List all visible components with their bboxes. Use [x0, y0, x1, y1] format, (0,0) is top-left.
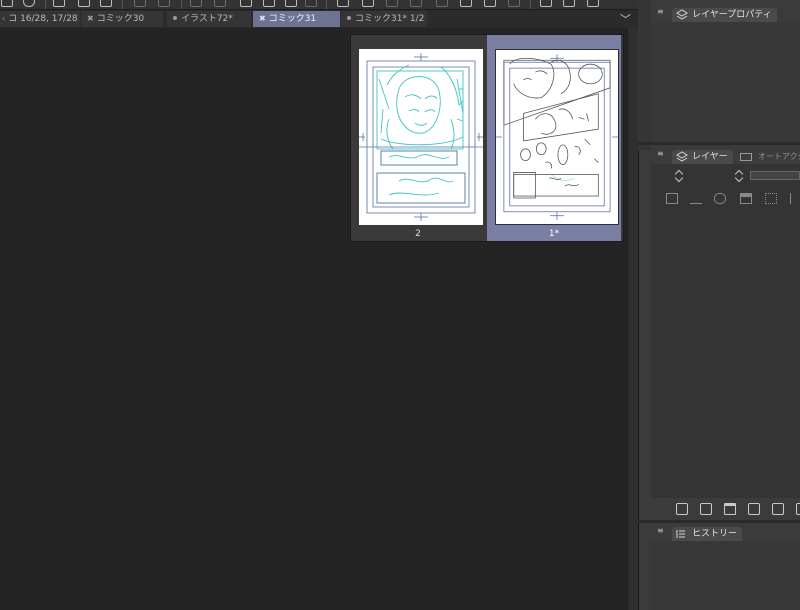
save-icon[interactable] — [53, 0, 65, 7]
layer-icon — [676, 151, 688, 162]
main-toolbar — [0, 0, 638, 10]
copy-layer-icon[interactable] — [748, 503, 760, 515]
history-body — [651, 541, 800, 610]
paste-icon[interactable] — [484, 0, 496, 7]
tab-label: オートアクション — [758, 152, 800, 161]
sketch-page-1 — [496, 54, 618, 220]
panel-divider[interactable] — [638, 520, 800, 523]
toolbar-divider — [181, 0, 182, 9]
add-icon[interactable] — [23, 0, 35, 7]
flip-icon[interactable] — [563, 0, 575, 7]
toolbar-divider — [326, 0, 327, 9]
panel-icon[interactable] — [386, 0, 398, 7]
new-icon[interactable] — [1, 0, 13, 7]
undo-icon[interactable] — [134, 0, 146, 7]
toolbar-divider — [122, 0, 123, 9]
tab-comic31-page[interactable]: コミック31* 1/2 — [341, 11, 427, 27]
tab-label: レイヤープロパティ — [692, 10, 772, 20]
page-thumbnail-1[interactable]: 1* — [487, 35, 621, 241]
tab-label: ヒストリー — [692, 529, 738, 539]
ruler-icon[interactable] — [362, 0, 374, 7]
delete-layer-icon[interactable] — [796, 503, 800, 515]
tab-history[interactable]: ヒストリー — [672, 527, 743, 541]
page-paper — [359, 49, 483, 225]
page-manager-canvas[interactable]: 2 1* — [0, 28, 627, 610]
layer-property-icon — [676, 9, 688, 20]
tab-comic31[interactable]: ✖ コミック31 — [253, 11, 340, 27]
panel-divider[interactable] — [638, 142, 800, 145]
tab-label: レイヤー — [692, 152, 728, 162]
clip-icon[interactable] — [337, 0, 349, 7]
transform-icon[interactable] — [263, 0, 275, 7]
unsaved-dot-icon — [173, 16, 177, 20]
scroll-left-icon[interactable]: ‹ — [2, 14, 5, 23]
tab-label: コミック31* 1/2 — [355, 14, 425, 24]
toolbar-divider — [45, 0, 46, 9]
new-layer-icon[interactable] — [676, 503, 688, 515]
blend-mode-stepper[interactable] — [734, 168, 744, 184]
panel-menu-icon[interactable]: ≡ — [657, 527, 664, 535]
layer-panel-body — [651, 164, 800, 498]
tab-label: イラスト72* — [181, 14, 233, 24]
text-icon[interactable] — [410, 0, 422, 7]
shape-icon[interactable] — [436, 0, 448, 7]
tab-auto-action[interactable]: オートアクション — [736, 150, 800, 164]
reference-layer-icon[interactable] — [714, 193, 726, 204]
mask-icon[interactable] — [790, 193, 800, 204]
select-icon[interactable] — [190, 0, 202, 7]
canvas-vertical-scrollbar[interactable] — [627, 28, 638, 610]
snap-icon[interactable] — [305, 0, 317, 7]
new-folder-icon[interactable] — [724, 503, 736, 515]
close-icon[interactable]: ✖ — [259, 14, 266, 23]
fill-icon[interactable] — [240, 0, 252, 7]
export-icon[interactable] — [100, 0, 112, 7]
merge-layer-icon[interactable] — [772, 503, 784, 515]
tab-layer-property[interactable]: レイヤープロパティ — [672, 8, 777, 22]
panel-menu-icon[interactable]: ≡ — [657, 150, 664, 158]
tab-comic-pages[interactable]: ‹ コ 16/28, 17/28 — [0, 11, 80, 27]
blend-mode-select[interactable] — [750, 171, 800, 180]
sketch-page-2 — [359, 53, 483, 221]
unsaved-dot-icon — [347, 16, 351, 20]
lock-icon[interactable] — [740, 193, 752, 204]
redo-icon[interactable] — [158, 0, 170, 7]
tab-label: コ 16/28, 17/28 — [8, 14, 78, 24]
opacity-stepper[interactable] — [674, 168, 684, 184]
history-icon — [676, 530, 685, 538]
document-tab-bar: ‹ コ 16/28, 17/28 ✖ コミック30 イラスト72* ✖ コミック31 … — [0, 10, 638, 28]
clip-layer-icon[interactable] — [690, 193, 702, 204]
rotate-icon[interactable] — [214, 0, 226, 7]
page-thumbnail-2[interactable]: 2 — [351, 35, 485, 241]
tab-label: コミック31 — [268, 14, 317, 24]
layout-icon[interactable] — [78, 0, 90, 7]
page-number-label: 1* — [548, 229, 560, 239]
tab-label: コミック30 — [96, 14, 145, 24]
layer-property-body — [651, 22, 800, 142]
new-vector-layer-icon[interactable] — [700, 503, 712, 515]
pen-icon[interactable] — [587, 0, 599, 7]
panel-menu-icon[interactable]: ≡ — [657, 8, 664, 16]
close-icon[interactable]: ✖ — [87, 14, 94, 23]
page-number-label: 2 — [415, 229, 421, 239]
toolbar-divider — [530, 0, 531, 9]
zoom-icon[interactable] — [540, 0, 552, 7]
page-spread: 2 1* — [350, 34, 624, 242]
new-raster-layer-icon[interactable] — [666, 193, 678, 204]
panel-grip-strip — [638, 0, 651, 150]
marker-icon[interactable] — [508, 0, 520, 7]
lock-transparency-icon[interactable] — [765, 193, 777, 204]
check-icon[interactable] — [285, 0, 297, 7]
tab-list-chevron-icon[interactable]: ﹀ — [620, 11, 631, 27]
tab-layer[interactable]: レイヤー — [672, 150, 733, 164]
page-paper — [495, 49, 619, 225]
tab-comic30[interactable]: ✖ コミック30 — [81, 11, 163, 27]
cut-icon[interactable] — [460, 0, 472, 7]
tab-illust72[interactable]: イラスト72* — [167, 11, 251, 27]
auto-action-icon — [740, 153, 752, 161]
